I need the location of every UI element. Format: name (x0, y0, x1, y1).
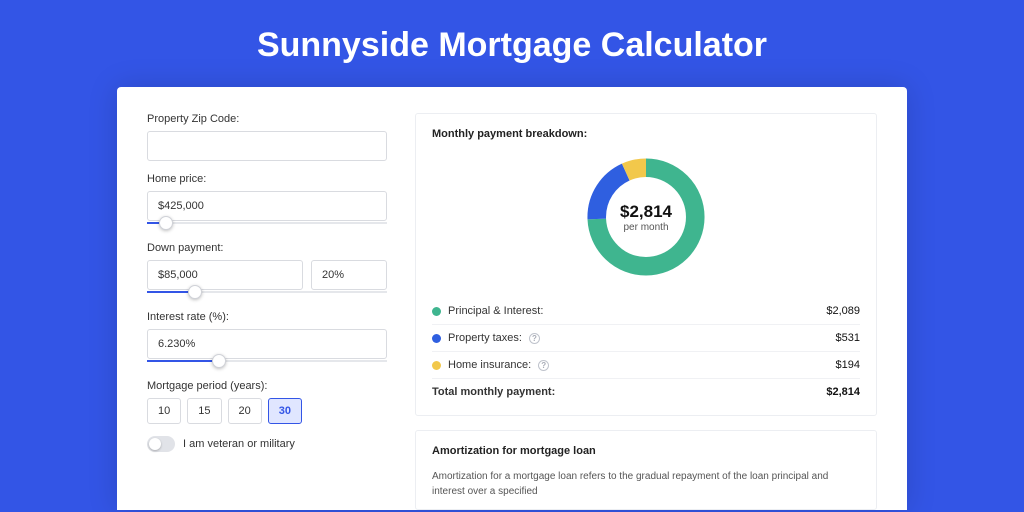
price-field: Home price: (147, 173, 387, 230)
donut-chart: $2,814 per month (432, 152, 860, 282)
zip-input[interactable] (147, 131, 387, 161)
price-slider[interactable] (147, 218, 387, 230)
legend-label: Principal & Interest: (448, 305, 543, 317)
rate-label: Interest rate (%): (147, 311, 387, 323)
legend-value: $531 (836, 332, 860, 344)
page-title: Sunnyside Mortgage Calculator (0, 0, 1024, 87)
legend-dot (432, 307, 441, 316)
legend-row: Property taxes:? $531 (432, 324, 860, 351)
total-label: Total monthly payment: (432, 386, 555, 398)
legend-row: Home insurance:? $194 (432, 351, 860, 378)
period-option-30[interactable]: 30 (268, 398, 302, 424)
donut-total: $2,814 (620, 202, 672, 222)
breakdown-title: Monthly payment breakdown: (432, 128, 860, 140)
price-input[interactable] (147, 191, 387, 221)
legend-dot (432, 334, 441, 343)
rate-slider[interactable] (147, 356, 387, 368)
down-field: Down payment: (147, 242, 387, 299)
rate-input[interactable] (147, 329, 387, 359)
legend-label: Home insurance: (448, 359, 531, 371)
down-pct-input[interactable] (311, 260, 387, 290)
period-option-20[interactable]: 20 (228, 398, 262, 424)
period-label: Mortgage period (years): (147, 380, 387, 392)
info-icon[interactable]: ? (538, 360, 549, 371)
form-column: Property Zip Code: Home price: Down paym… (147, 113, 387, 510)
summary-column: Monthly payment breakdown: $2,814 per mo… (415, 113, 877, 510)
amort-panel: Amortization for mortgage loan Amortizat… (415, 430, 877, 510)
price-label: Home price: (147, 173, 387, 185)
down-label: Down payment: (147, 242, 387, 254)
period-options: 1015 2030 (147, 398, 387, 424)
breakdown-panel: Monthly payment breakdown: $2,814 per mo… (415, 113, 877, 416)
rate-field: Interest rate (%): (147, 311, 387, 368)
legend-value: $194 (836, 359, 860, 371)
down-amount-input[interactable] (147, 260, 303, 290)
legend-row: Principal & Interest: $2,089 (432, 298, 860, 324)
veteran-toggle[interactable] (147, 436, 175, 452)
info-icon[interactable]: ? (529, 333, 540, 344)
total-value: $2,814 (826, 386, 860, 398)
legend-total-row: Total monthly payment: $2,814 (432, 378, 860, 405)
zip-label: Property Zip Code: (147, 113, 387, 125)
zip-field: Property Zip Code: (147, 113, 387, 161)
period-field: Mortgage period (years): 1015 2030 (147, 380, 387, 424)
veteran-label: I am veteran or military (183, 438, 295, 450)
amort-text: Amortization for a mortgage loan refers … (432, 469, 860, 499)
legend: Principal & Interest: $2,089 Property taxe… (432, 298, 860, 405)
period-option-15[interactable]: 15 (187, 398, 221, 424)
amort-title: Amortization for mortgage loan (432, 445, 860, 457)
calculator-card: Property Zip Code: Home price: Down paym… (117, 87, 907, 510)
legend-label: Property taxes: (448, 332, 522, 344)
period-option-10[interactable]: 10 (147, 398, 181, 424)
legend-value: $2,089 (826, 305, 860, 317)
legend-dot (432, 361, 441, 370)
donut-sub: per month (623, 222, 668, 233)
down-slider[interactable] (147, 287, 387, 299)
veteran-row: I am veteran or military (147, 436, 387, 452)
